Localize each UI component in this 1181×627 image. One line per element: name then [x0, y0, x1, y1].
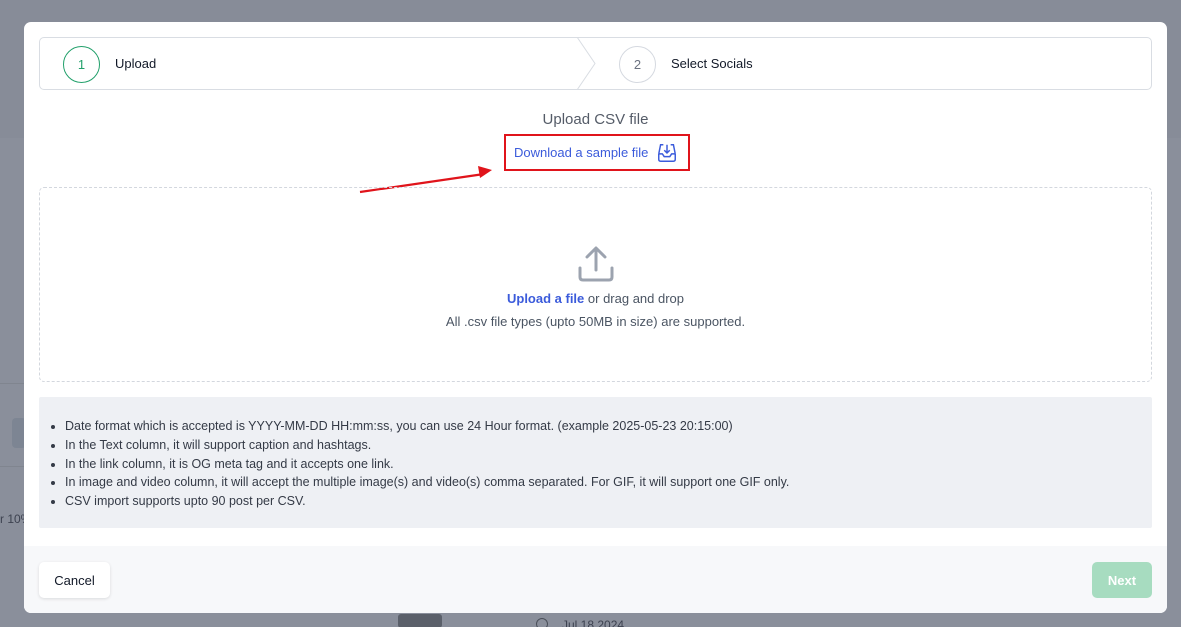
stepper: 1 Upload 2 Select Socials [39, 37, 1152, 90]
guidelines-list: Date format which is accepted is YYYY-MM… [65, 417, 1152, 511]
download-sample-file-label: Download a sample file [514, 145, 649, 160]
download-sample-file-link[interactable]: Download a sample file [504, 134, 690, 171]
guideline-item: Date format which is accepted is YYYY-MM… [65, 417, 1152, 436]
step-divider-chevron-icon [577, 37, 596, 90]
upload-arrow-icon [578, 246, 614, 282]
download-tray-icon [658, 143, 677, 162]
next-button[interactable]: Next [1092, 562, 1152, 598]
csv-guidelines: Date format which is accepted is YYYY-MM… [39, 397, 1152, 528]
guideline-item: In image and video column, it will accep… [65, 473, 1152, 492]
background-thumbnail [398, 614, 442, 627]
step-1-circle[interactable]: 1 [63, 46, 100, 83]
step-2-circle[interactable]: 2 [619, 46, 656, 83]
dropzone-hint: All .csv file types (upto 50MB in size) … [445, 314, 746, 329]
step-1-label[interactable]: Upload [115, 56, 156, 71]
drag-drop-text: or drag and drop [584, 291, 685, 306]
clock-icon [536, 618, 548, 627]
guideline-item: CSV import supports upto 90 post per CSV… [65, 492, 1152, 511]
upload-file-link[interactable]: Upload a file [507, 291, 584, 306]
modal-footer: Cancel Next [24, 546, 1167, 613]
background-divider [0, 383, 24, 384]
background-divider [0, 466, 24, 467]
guideline-item: In the Text column, it will support capt… [65, 436, 1152, 455]
file-dropzone[interactable]: Upload a file or drag and drop All .csv … [39, 187, 1152, 382]
dropzone-instructions: Upload a file or drag and drop [40, 291, 1151, 306]
step-2-label[interactable]: Select Socials [671, 56, 753, 71]
cancel-button[interactable]: Cancel [39, 562, 110, 598]
csv-import-modal: 1 Upload 2 Select Socials Upload CSV fil… [24, 22, 1167, 613]
background-date: Jul 18 2024 [562, 618, 625, 627]
upload-title: Upload CSV file [542, 111, 649, 128]
guideline-item: In the link column, it is OG meta tag an… [65, 455, 1152, 474]
